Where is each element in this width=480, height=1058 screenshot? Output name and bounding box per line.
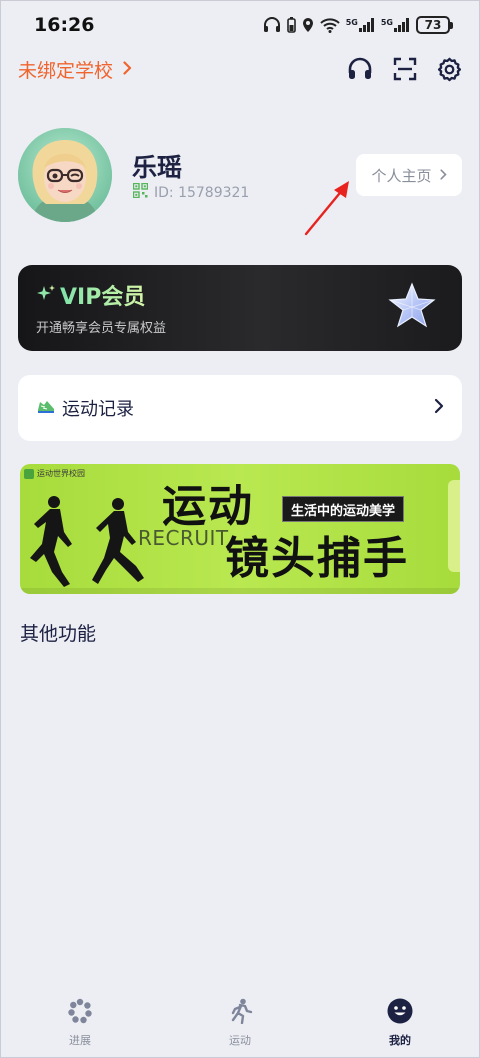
- banner-badge: 运动世界校园: [24, 468, 85, 479]
- status-icons: 5G 5G 73: [263, 16, 453, 34]
- personal-homepage-button[interactable]: 个人主页: [356, 154, 462, 196]
- running-shoe-icon: [36, 397, 56, 419]
- chevron-right-icon: [434, 398, 444, 418]
- sport-record-label: 运动记录: [62, 399, 134, 420]
- vip-title-row: VIP会员: [36, 279, 145, 311]
- smile-face-icon: [387, 998, 413, 1028]
- headphones-status-icon: [263, 17, 281, 33]
- chevron-right-icon: [439, 166, 447, 184]
- app-logo-icon: [24, 468, 34, 479]
- user-name: 乐瑶: [132, 153, 183, 182]
- bind-school-link[interactable]: 未绑定学校: [18, 56, 132, 83]
- banner-footer-strip: [20, 588, 460, 594]
- status-time: 16:26: [34, 14, 95, 36]
- banner-tag: 生活中的运动美学: [282, 496, 405, 522]
- battery-saver-icon: [286, 17, 296, 33]
- crystal-star-icon: [386, 281, 438, 337]
- wifi-icon: [320, 17, 340, 33]
- bottom-nav: 进展 运动 我的: [0, 988, 480, 1058]
- nav-label-sport: 运动: [229, 1034, 251, 1047]
- settings-icon[interactable]: [437, 57, 462, 82]
- qr-code-icon[interactable]: [132, 182, 149, 202]
- signal-1-icon: 5G: [346, 18, 375, 32]
- top-actions: [347, 57, 462, 82]
- status-bar: 16:26 5G 5G 73: [0, 0, 480, 50]
- avatar[interactable]: [18, 128, 112, 222]
- nav-tab-progress[interactable]: 进展: [20, 998, 140, 1048]
- user-id: ID: 15789321: [154, 184, 250, 201]
- homepage-label: 个人主页: [371, 166, 432, 185]
- banner-recruit-text: RECRUIT: [138, 526, 229, 550]
- promo-banner[interactable]: 运动世界校园 运动 生活中的运动美学 RECRUIT 镜头捕手: [20, 464, 460, 594]
- other-features-title: 其他功能: [20, 623, 97, 645]
- nav-label-progress: 进展: [69, 1034, 91, 1047]
- nav-tab-sport[interactable]: 运动: [180, 998, 300, 1048]
- annotation-arrow: [300, 176, 356, 242]
- running-icon: [227, 998, 253, 1028]
- chevron-right-icon: [123, 58, 132, 80]
- user-id-row: ID: 15789321: [132, 182, 250, 202]
- banner-next-peek: [448, 480, 460, 572]
- vip-subtitle: 开通畅享会员专属权益: [36, 321, 167, 336]
- banner-title-line2: 镜头捕手: [225, 533, 409, 584]
- sparkle-icon: [36, 284, 56, 306]
- sport-record-row[interactable]: 运动记录: [18, 375, 462, 441]
- vip-membership-card[interactable]: VIP会员 开通畅享会员专属权益: [18, 265, 462, 351]
- nav-tab-mine[interactable]: 我的: [340, 998, 460, 1048]
- profile-section: 乐瑶 ID: 15789321 个人主页: [18, 128, 462, 224]
- headset-icon[interactable]: [347, 57, 373, 81]
- vip-title: VIP会员: [60, 279, 145, 311]
- nav-label-mine: 我的: [389, 1034, 411, 1047]
- battery-icon: 73: [416, 16, 453, 34]
- top-bar: 未绑定学校: [18, 52, 462, 86]
- school-label: 未绑定学校: [18, 59, 114, 82]
- signal-2-icon: 5G: [381, 18, 410, 32]
- progress-icon: [67, 998, 93, 1028]
- scan-icon[interactable]: [393, 57, 417, 81]
- location-icon: [302, 17, 314, 33]
